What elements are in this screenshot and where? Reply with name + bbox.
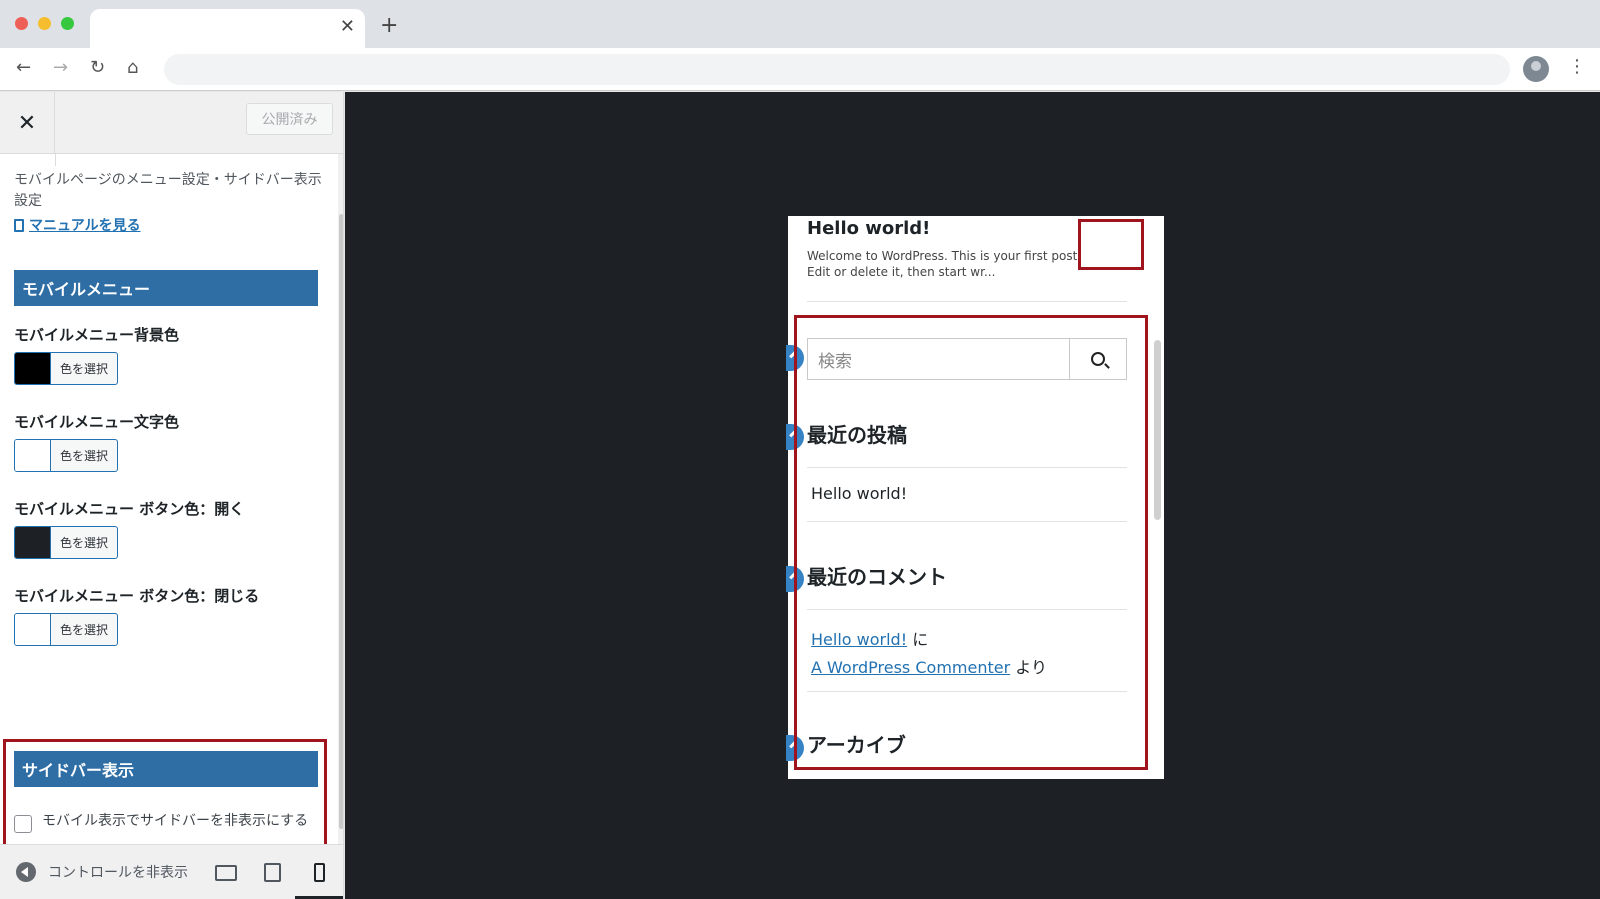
color-picker-button-text[interactable]: 色を選択 [14, 439, 118, 472]
preview-scrollbar-thumb[interactable] [1154, 340, 1161, 520]
collapse-icon[interactable] [16, 862, 36, 882]
post-title[interactable]: Hello world! [807, 218, 930, 239]
color-swatch [15, 440, 51, 471]
customizer-header: ✕ 公開済み [0, 92, 343, 154]
control-label-text-color: モバイルメニュー文字色 [14, 413, 180, 431]
window-maximize-button[interactable] [61, 17, 74, 30]
color-picker-label: 色を選択 [59, 536, 108, 550]
customizer-sidebar: ✕ 公開済み モバイルページのメニュー設定・サイドバー表示設定 マニュアルを見る… [0, 92, 344, 899]
forward-icon[interactable]: → [53, 58, 68, 78]
color-picker-button-bg[interactable]: 色を選択 [14, 352, 118, 385]
color-swatch [15, 527, 51, 558]
reload-icon[interactable]: ↻ [90, 58, 105, 78]
manual-link[interactable]: マニュアルを見る [14, 215, 141, 235]
color-picker-button-close[interactable]: 色を選択 [14, 613, 118, 646]
window-minimize-button[interactable] [38, 17, 51, 30]
browser-menu-icon[interactable]: ⋮ [1568, 57, 1586, 77]
section-heading-sidebar: サイドバー表示 [14, 751, 318, 787]
new-tab-button[interactable]: + [380, 15, 398, 37]
desktop-icon[interactable] [215, 865, 237, 881]
panel-scrollbar-thumb[interactable] [339, 214, 343, 829]
color-picker-label: 色を選択 [59, 362, 108, 376]
tablet-icon[interactable] [264, 863, 281, 882]
mobile-icon[interactable] [314, 863, 325, 882]
color-swatch [15, 353, 51, 384]
customizer-panel: モバイルページのメニュー設定・サイドバー表示設定 マニュアルを見る モバイルメニ… [0, 154, 338, 844]
color-picker-label: 色を選択 [59, 449, 108, 463]
hide-sidebar-checkbox-label: モバイル表示でサイドバーを非表示にする [42, 813, 309, 829]
color-picker-button-open[interactable]: 色を選択 [14, 526, 118, 559]
customizer-footer: コントロールを非表示 [0, 844, 343, 899]
control-label-close-button-color: モバイルメニュー ボタン色：閉じる [14, 587, 260, 605]
manual-link-label: マニュアルを見る [29, 218, 141, 234]
address-bar[interactable] [164, 54, 1510, 85]
customizer-close-button[interactable]: ✕ [0, 92, 55, 154]
browser-tab-bar: ✕ + [0, 0, 1600, 48]
book-icon [14, 218, 24, 232]
close-icon: ✕ [17, 110, 37, 136]
published-button[interactable]: 公開済み [246, 103, 333, 135]
highlight-box-menu-button [1078, 219, 1144, 270]
back-icon[interactable]: ← [16, 58, 31, 78]
post-excerpt: Welcome to WordPress. This is your first… [807, 249, 1082, 279]
tab-close-icon[interactable]: ✕ [340, 18, 355, 36]
control-label-bg-color: モバイルメニュー背景色 [14, 326, 180, 344]
highlight-box-sidebar-widgets [794, 315, 1148, 770]
hide-sidebar-checkbox[interactable] [14, 815, 32, 833]
window-close-button[interactable] [15, 17, 28, 30]
browser-toolbar: ← → ↻ ⌂ ⋮ [0, 48, 1600, 91]
profile-avatar[interactable] [1523, 56, 1549, 82]
control-label-open-button-color: モバイルメニュー ボタン色：開く [14, 500, 245, 518]
section-description: モバイルページのメニュー設定・サイドバー表示設定 [14, 172, 322, 209]
home-icon[interactable]: ⌂ [127, 58, 138, 78]
browser-tab[interactable]: ✕ [90, 9, 365, 48]
section-heading-mobile-menu: モバイルメニュー [14, 270, 318, 306]
hide-controls-button[interactable]: コントロールを非表示 [48, 862, 198, 882]
color-picker-label: 色を選択 [59, 623, 108, 637]
color-swatch [15, 614, 51, 645]
